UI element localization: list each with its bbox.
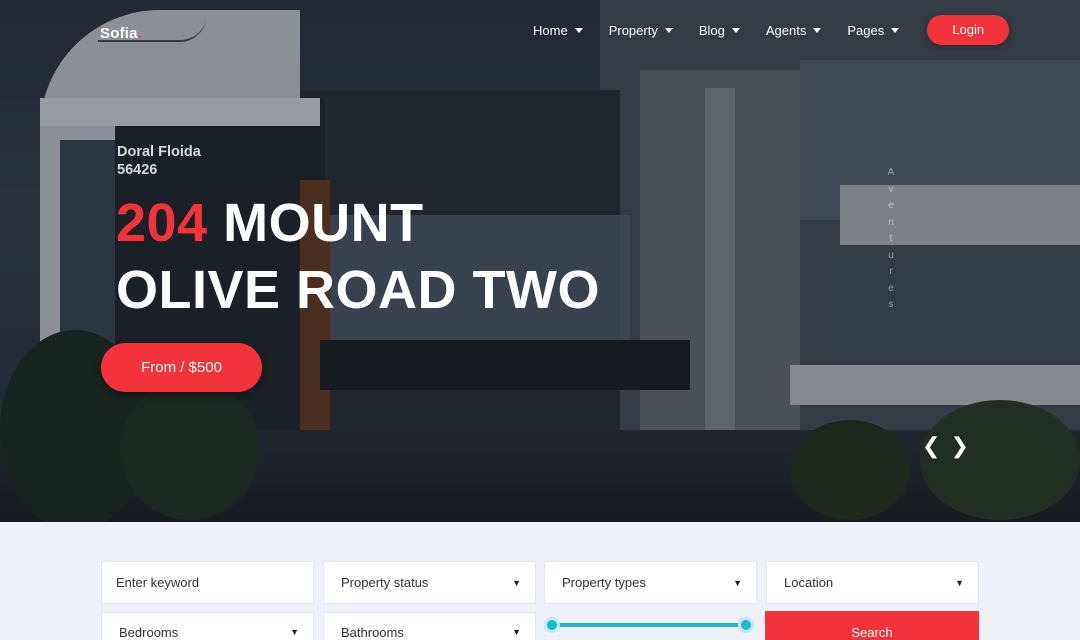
slider-track[interactable] [552,623,747,627]
side-text-letter: e [888,282,894,294]
side-text-letter: n [888,216,894,228]
title-number: 204 [116,193,208,253]
property-location: Doral Floida 56426 [117,143,201,179]
chevron-right-icon[interactable]: ❯ [950,432,968,460]
bathrooms-select[interactable]: Bathrooms ▼ [323,612,536,640]
dropdown-arrow-icon: ▼ [512,577,521,588]
dropdown-arrow-icon: ▼ [733,577,742,588]
side-text-letter: v [888,183,894,195]
login-button[interactable]: Login [927,15,1010,45]
price-button[interactable]: From / $500 [101,343,262,392]
property-status-select[interactable]: Property status ▼ [323,561,536,604]
title-line2: OLIVE ROAD TWO [116,260,600,320]
location-zip: 56426 [117,162,158,178]
chevron-down-icon [891,27,900,33]
chevron-down-icon [664,27,673,33]
side-vertical-text: Aventures [884,165,898,314]
site-logo[interactable]: Sofia. [100,25,142,42]
side-text-letter: t [889,233,893,244]
nav-blog[interactable]: Blog [699,15,740,45]
dropdown-arrow-icon: ▼ [290,627,299,637]
main-nav: Home Property Blog Agents Pages Login [533,15,1010,45]
nav-pages[interactable]: Pages [847,15,900,45]
side-text-letter: e [888,200,894,211]
search-button[interactable]: Search [765,611,979,640]
chevron-down-icon [813,27,822,33]
price-range-slider [544,612,757,640]
location-select[interactable]: Location ▼ [766,561,979,604]
side-text-letter: r [889,266,893,277]
dropdown-arrow-icon: ▼ [955,577,964,588]
property-title: 204 MOUNT OLIVE ROAD TWO [116,190,600,324]
dropdown-arrow-icon: ▼ [512,627,521,637]
chevron-down-icon [731,27,740,33]
nav-agents[interactable]: Agents [766,15,822,45]
location-city: Doral Floida [117,144,201,160]
slider-min-handle[interactable] [544,617,560,633]
side-text-letter: u [888,249,894,261]
keyword-input[interactable]: Enter keyword [101,561,314,604]
logo-text: Sofia [100,25,138,42]
slider-arrows: ❮ ❯ [922,432,979,460]
side-text-letter: s [888,299,894,310]
logo-dot: . [137,25,143,42]
property-types-select[interactable]: Property types ▼ [544,561,757,604]
hero-banner: Sofia. Home Property Blog Agents Pages L… [0,0,1080,522]
chevron-down-icon [574,27,583,33]
title-line1: MOUNT [223,193,424,253]
slider-max-handle[interactable] [738,617,754,633]
side-text-letter: A [887,167,895,178]
bedrooms-select[interactable]: Bedrooms ▼ [101,612,314,640]
nav-home[interactable]: Home [533,15,583,45]
chevron-left-icon[interactable]: ❮ [922,432,940,460]
nav-property[interactable]: Property [609,15,673,45]
